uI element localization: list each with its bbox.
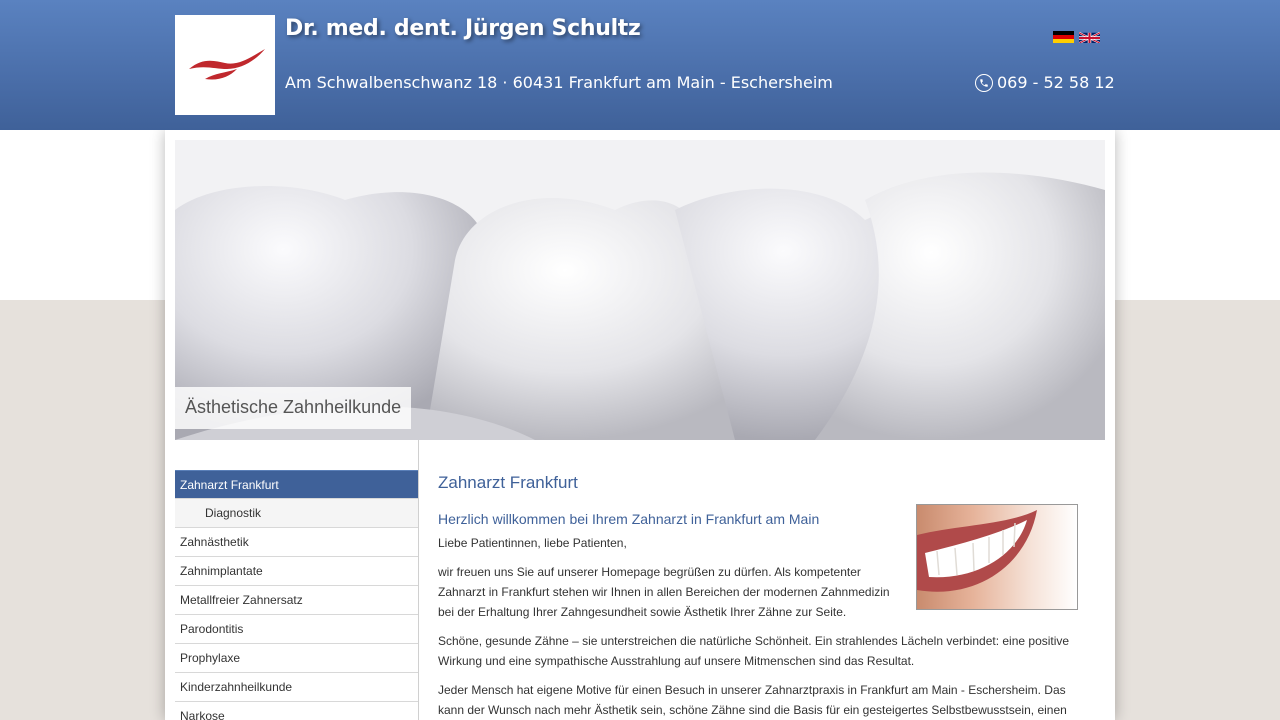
page-heading: Zahnarzt Frankfurt: [438, 473, 578, 492]
sidebar-item-zahnaesthetik[interactable]: Zahnästhetik: [175, 528, 418, 557]
main-content: Zahnarzt Frankfurt Herzlich willkommen b…: [438, 470, 1078, 720]
sidebar-item-zahnarzt-frankfurt[interactable]: Zahnarzt Frankfurt: [175, 470, 418, 499]
practice-logo[interactable]: [175, 15, 275, 115]
column-divider: [418, 440, 419, 720]
intro-paragraph: wir freuen uns Sie auf unserer Homepage …: [438, 565, 890, 619]
hero-banner: Ästhetische Zahnheilkunde: [175, 140, 1105, 440]
sidebar-item-kinderzahnheilkunde[interactable]: Kinderzahnheilkunde: [175, 673, 418, 702]
body-paragraph-3: Jeder Mensch hat eigene Motive für einen…: [438, 683, 1067, 717]
phone-number-text: 069 - 52 58 12: [997, 73, 1115, 92]
greeting-text: Liebe Patientinnen, liebe Patienten,: [438, 536, 627, 550]
sidebar-item-diagnostik[interactable]: Diagnostik: [175, 499, 418, 528]
language-switcher: [1053, 31, 1100, 43]
phone-icon: [975, 73, 993, 92]
german-flag-icon[interactable]: [1053, 31, 1074, 43]
phone-number[interactable]: 069 - 52 58 12: [975, 73, 1115, 92]
sidebar-item-zahnimplantate[interactable]: Zahnimplantate: [175, 557, 418, 586]
sidebar-item-narkose[interactable]: Narkose: [175, 702, 418, 720]
site-title: Dr. med. dent. Jürgen Schultz: [285, 16, 641, 41]
practice-address: Am Schwalbenschwanz 18 · 60431 Frankfurt…: [285, 73, 833, 92]
sidebar-item-parodontitis[interactable]: Parodontitis: [175, 615, 418, 644]
hero-caption: Ästhetische Zahnheilkunde: [175, 387, 412, 429]
sidebar-nav: Zahnarzt Frankfurt Diagnostik Zahnästhet…: [175, 470, 418, 720]
english-flag-icon[interactable]: [1079, 31, 1100, 43]
site-header: Dr. med. dent. Jürgen Schultz Am Schwalb…: [0, 0, 1280, 130]
logo-swoosh-icon: [189, 49, 265, 80]
body-paragraph-2: Schöne, gesunde Zähne – sie unterstreich…: [438, 634, 1070, 668]
smile-image: [916, 504, 1078, 610]
sidebar-item-metallfreier-zahnersatz[interactable]: Metallfreier Zahnersatz: [175, 586, 418, 615]
page-container: Ästhetische Zahnheilkunde Zahnarzt Frank…: [165, 130, 1115, 720]
welcome-subheading: Herzlich willkommen bei Ihrem Zahnarzt i…: [438, 511, 820, 527]
sidebar-item-prophylaxe[interactable]: Prophylaxe: [175, 644, 418, 673]
